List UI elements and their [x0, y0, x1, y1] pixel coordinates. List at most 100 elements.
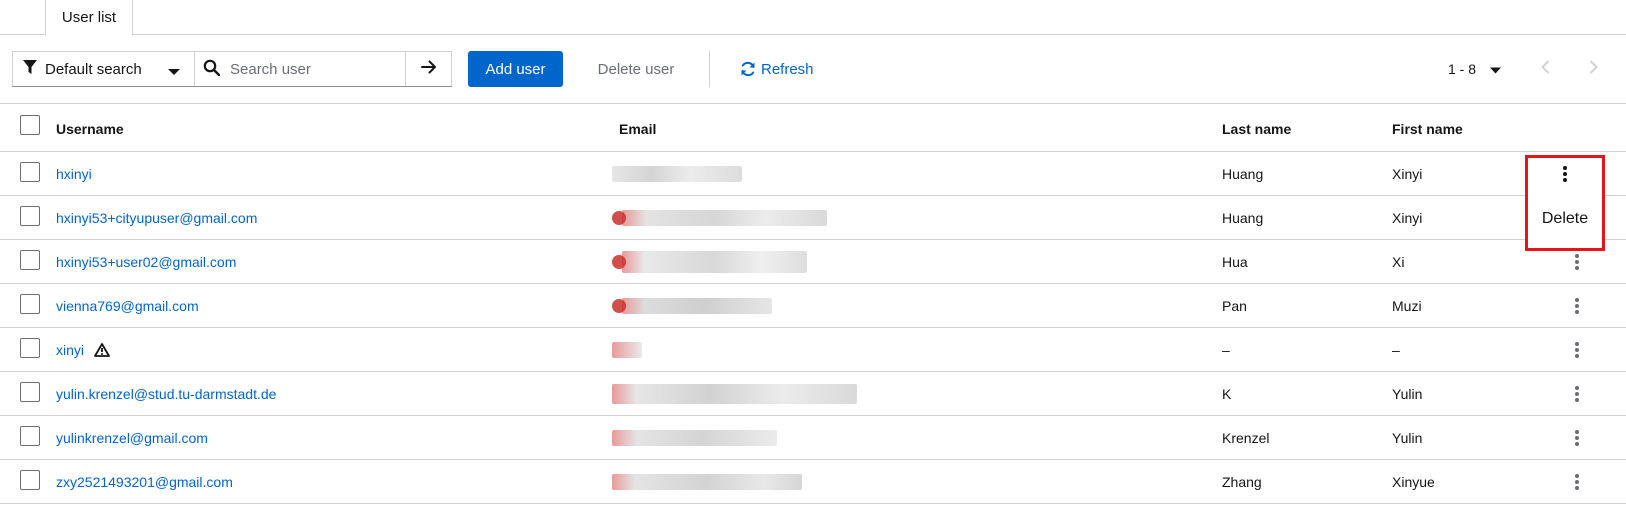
redacted-block	[612, 166, 742, 182]
row-checkbox[interactable]	[20, 294, 40, 314]
row-checkbox[interactable]	[20, 382, 40, 402]
email-redacted	[612, 328, 872, 372]
angle-left-icon	[1540, 60, 1550, 78]
username-link[interactable]: zxy2521493201@gmail.com	[56, 460, 233, 504]
search-input[interactable]	[228, 59, 398, 79]
redacted-block	[612, 474, 802, 490]
column-header-last-name[interactable]: Last name	[1222, 105, 1291, 152]
last-name: Zhang	[1222, 474, 1262, 490]
kebab-icon	[1575, 342, 1579, 358]
email-redacted	[612, 240, 872, 284]
select-all-checkbox[interactable]	[20, 115, 40, 135]
email-redacted	[612, 152, 872, 196]
column-header-username[interactable]: Username	[56, 105, 124, 152]
redacted-block	[622, 251, 807, 273]
username-link[interactable]: xinyi	[56, 342, 84, 358]
email-redacted	[612, 416, 872, 460]
username-link[interactable]: hxinyi	[56, 152, 92, 196]
filter-icon	[23, 59, 37, 79]
warning-triangle-icon	[94, 343, 110, 357]
row-actions-kebab[interactable]	[1562, 416, 1592, 460]
redacted-block	[612, 430, 777, 446]
username-link[interactable]: hxinyi53+user02@gmail.com	[56, 240, 236, 284]
kebab-icon	[1575, 430, 1579, 446]
row-checkbox[interactable]	[20, 250, 40, 270]
last-name: –	[1222, 342, 1230, 358]
table-row: hxinyi Huang Xinyi	[0, 152, 1626, 196]
row-checkbox[interactable]	[20, 426, 40, 446]
search-field	[195, 51, 405, 87]
menu-item-delete[interactable]: Delete	[1528, 210, 1602, 228]
first-name: Muzi	[1392, 298, 1422, 314]
kebab-icon	[1575, 254, 1579, 270]
last-name: Huang	[1222, 210, 1264, 226]
email-redacted	[612, 196, 872, 240]
redacted-dot	[612, 299, 626, 313]
redacted-block	[622, 298, 772, 314]
caret-down-icon	[1490, 61, 1502, 77]
first-name: –	[1392, 342, 1400, 358]
table-row: hxinyi53+cityupuser@gmail.com Huang Xiny…	[0, 196, 1626, 240]
toolbar-divider	[709, 51, 710, 87]
column-header-email[interactable]: Email	[619, 105, 656, 152]
search-type-label: Default search	[45, 60, 142, 78]
table-row: hxinyi53+user02@gmail.com Hua Xi	[0, 240, 1626, 284]
kebab-icon	[1575, 474, 1579, 490]
last-name: Hua	[1222, 254, 1248, 270]
next-page-button[interactable]	[1578, 51, 1608, 87]
search-icon	[203, 59, 221, 80]
row-actions-menu: Delete	[1525, 155, 1605, 251]
email-redacted	[612, 372, 872, 416]
table-row: vienna769@gmail.com Pan Muzi	[0, 284, 1626, 328]
search-type-dropdown[interactable]: Default search	[12, 51, 195, 87]
first-name: Xinyue	[1392, 474, 1435, 490]
row-checkbox[interactable]	[20, 162, 40, 182]
row-actions-kebab[interactable]	[1562, 328, 1592, 372]
add-user-button[interactable]: Add user	[468, 51, 563, 87]
username-link[interactable]: vienna769@gmail.com	[56, 284, 199, 328]
toolbar: Default search Add user Delete user Refr…	[0, 36, 1626, 104]
table-row: xinyi – –	[0, 328, 1626, 372]
redacted-dot	[612, 211, 626, 225]
tab-user-list-label: User list	[61, 9, 117, 26]
row-checkbox[interactable]	[20, 470, 40, 490]
search-submit-button[interactable]	[405, 51, 452, 87]
table-row: yulinkrenzel@gmail.com Krenzel Yulin	[0, 416, 1626, 460]
first-name: Xi	[1392, 254, 1405, 270]
angle-right-icon	[1589, 60, 1598, 78]
redacted-dot	[612, 255, 626, 269]
redacted-block	[612, 384, 857, 404]
first-name: Yulin	[1392, 386, 1423, 402]
kebab-icon	[1575, 386, 1579, 402]
username-cell: xinyi	[56, 328, 110, 372]
row-actions-kebab-open[interactable]	[1528, 166, 1602, 182]
first-name: Xinyi	[1392, 166, 1423, 182]
row-checkbox[interactable]	[20, 206, 40, 226]
row-actions-kebab[interactable]	[1562, 284, 1592, 328]
username-link[interactable]: yulin.krenzel@stud.tu-darmstadt.de	[56, 372, 276, 416]
previous-page-button[interactable]	[1530, 51, 1560, 87]
sync-icon	[740, 61, 756, 77]
table-header-row: Username Email Last name First name	[0, 105, 1626, 152]
row-actions-kebab[interactable]	[1562, 460, 1592, 504]
last-name: K	[1222, 386, 1232, 402]
refresh-button[interactable]: Refresh	[740, 51, 814, 87]
email-redacted	[612, 460, 872, 504]
column-header-first-name[interactable]: First name	[1392, 105, 1463, 152]
refresh-label: Refresh	[761, 60, 814, 78]
arrow-right-icon	[420, 60, 437, 78]
delete-user-button[interactable]: Delete user	[586, 51, 686, 87]
caret-down-icon	[168, 63, 180, 80]
first-name: Xinyi	[1392, 210, 1423, 226]
tab-bar: User list	[0, 0, 1626, 36]
username-link[interactable]: yulinkrenzel@gmail.com	[56, 416, 208, 460]
username-link[interactable]: hxinyi53+cityupuser@gmail.com	[56, 196, 257, 240]
pagination-dropdown[interactable]: 1 - 8	[1448, 51, 1502, 87]
row-actions-kebab[interactable]	[1562, 372, 1592, 416]
row-checkbox[interactable]	[20, 338, 40, 358]
last-name: Huang	[1222, 166, 1264, 182]
pagination-range: 1 - 8	[1448, 61, 1477, 77]
tab-user-list[interactable]: User list	[45, 0, 133, 36]
kebab-icon	[1575, 298, 1579, 314]
email-redacted	[612, 284, 872, 328]
